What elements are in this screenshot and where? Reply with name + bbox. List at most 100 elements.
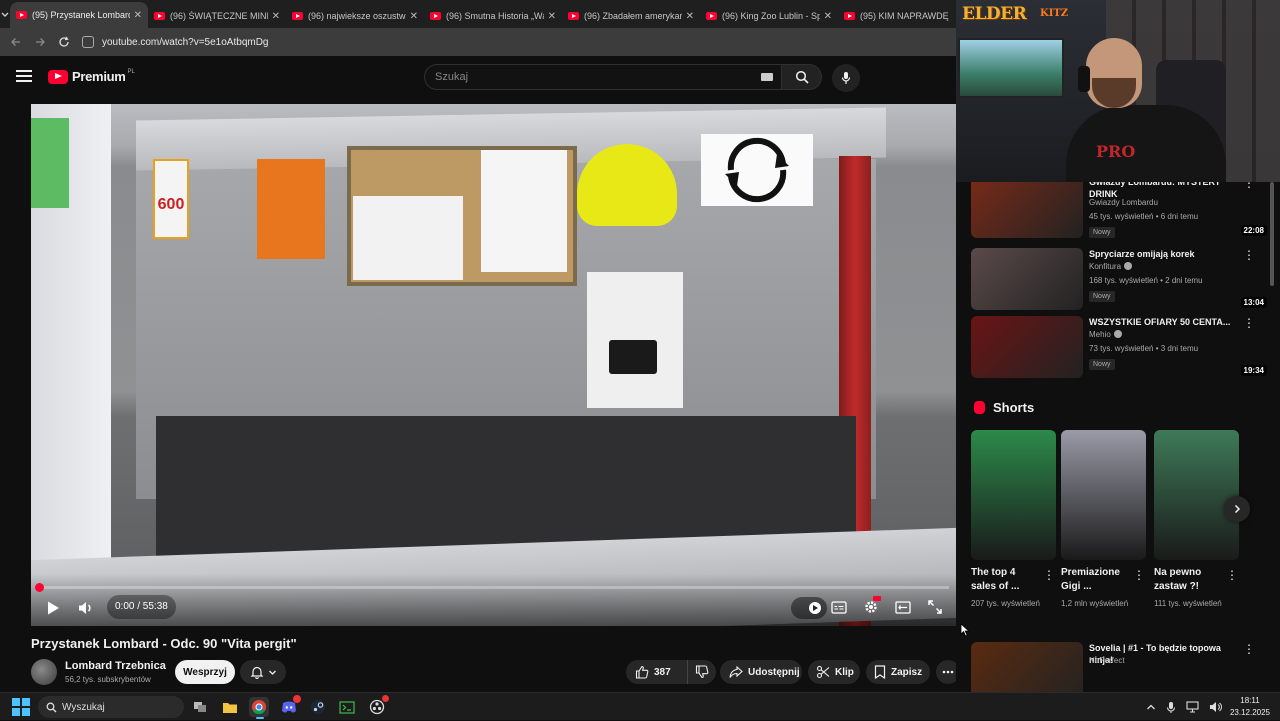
settings-button[interactable] xyxy=(861,596,881,616)
short-item[interactable]: The top 4 sales of ... 207 tys. wyświetle… xyxy=(971,430,1056,608)
browser-tab[interactable]: (96) King Zoo Lublin - Spo ✕ xyxy=(700,4,838,28)
close-icon[interactable]: ✕ xyxy=(410,11,418,22)
terminal-icon[interactable] xyxy=(337,697,357,717)
recommended-video[interactable]: Sovelia | #1 - To będzie topowa ninja! No… xyxy=(971,642,1271,692)
keyboard-icon[interactable] xyxy=(761,73,773,81)
video-thumbnail[interactable] xyxy=(971,642,1083,692)
close-icon[interactable]: ✕ xyxy=(548,11,556,22)
share-button[interactable]: Udostępnij xyxy=(720,660,802,684)
network-icon[interactable] xyxy=(1186,701,1199,713)
youtube-logo[interactable]: Premium PL xyxy=(48,69,135,84)
obs-icon[interactable] xyxy=(367,695,389,717)
tab-search-button[interactable] xyxy=(0,0,10,28)
channel-name[interactable]: Lombard Trzebnica xyxy=(65,660,166,672)
short-item[interactable]: Premiazione Gigi ... 1,2 mln wyświetleń ⋮ xyxy=(1061,430,1146,608)
menu-icon[interactable] xyxy=(16,70,32,82)
video-player[interactable]: 600 0:00 / 55:38 xyxy=(31,104,956,626)
more-vertical-icon[interactable]: ⋮ xyxy=(1243,316,1255,330)
short-thumbnail[interactable] xyxy=(1154,430,1239,560)
mouse-cursor-icon xyxy=(960,623,970,637)
currency-exchange-icon xyxy=(725,137,789,203)
support-button[interactable]: Wesprzyj xyxy=(175,660,235,684)
autoplay-toggle[interactable] xyxy=(791,597,827,619)
like-button[interactable]: 387 xyxy=(626,660,688,684)
video-knife-box xyxy=(257,159,325,259)
recommended-channel[interactable]: Mehio xyxy=(1089,330,1122,339)
recommended-title: WSZYSTKIE OFIARY 50 CENTA... xyxy=(1089,317,1231,327)
more-vertical-icon[interactable]: ⋮ xyxy=(1243,642,1255,656)
more-vertical-icon[interactable]: ⋮ xyxy=(1133,568,1145,582)
task-view-icon[interactable] xyxy=(190,697,210,717)
subtitles-button[interactable] xyxy=(829,598,849,616)
video-thumbnail[interactable] xyxy=(971,316,1083,378)
close-icon[interactable]: ✕ xyxy=(824,11,832,22)
new-badge: Nowy xyxy=(1089,291,1115,302)
clip-label: Klip xyxy=(835,666,854,678)
search-input[interactable]: Szukaj xyxy=(424,64,782,90)
microphone-icon[interactable] xyxy=(1166,701,1176,714)
recommended-channel[interactable]: Konfitura xyxy=(1089,262,1133,271)
progress-scrubber[interactable] xyxy=(35,583,44,592)
discord-icon[interactable] xyxy=(279,695,301,717)
steam-icon[interactable] xyxy=(308,697,328,717)
short-thumbnail[interactable] xyxy=(971,430,1056,560)
fullscreen-button[interactable] xyxy=(925,598,945,616)
logo-text: Premium xyxy=(72,69,126,84)
more-vertical-icon[interactable]: ⋮ xyxy=(1226,568,1238,582)
browser-tab[interactable]: (96) Smutna Historia „Wa ✕ xyxy=(424,4,562,28)
start-button[interactable] xyxy=(12,698,30,716)
taskbar-search[interactable]: Wyszukaj xyxy=(38,696,184,718)
browser-tab[interactable]: (96) Zbadałem amerykańs ✕ xyxy=(562,4,700,28)
browser-tab[interactable]: (95) Przystanek Lombard ✕ xyxy=(10,2,148,28)
recommended-channel[interactable]: Gwiazdy Lombardu xyxy=(1089,198,1158,207)
video-thumbnail[interactable] xyxy=(971,182,1083,238)
miniplayer-button[interactable] xyxy=(893,598,913,616)
save-button[interactable]: Zapisz xyxy=(866,660,930,684)
new-badge: Nowy xyxy=(1089,227,1115,238)
close-icon[interactable]: ✕ xyxy=(134,10,142,21)
video-thumbnail[interactable] xyxy=(971,248,1083,310)
progress-bar[interactable] xyxy=(35,583,949,592)
file-explorer-icon[interactable] xyxy=(220,697,240,717)
back-button[interactable] xyxy=(4,30,28,54)
recommended-video[interactable]: 19:34 WSZYSTKIE OFIARY 50 CENTA... Mehio 73… xyxy=(971,316,1271,380)
more-vertical-icon[interactable]: ⋮ xyxy=(1043,568,1055,582)
dislike-button[interactable] xyxy=(688,660,716,684)
reload-button[interactable] xyxy=(52,30,76,54)
recommended-video[interactable]: 22:08 Gwiazdy Lombardu: MYSTERY DRINK Gwia… xyxy=(971,182,1271,240)
short-item[interactable]: Na pewno zastaw ?! 111 tys. wyświetleń ⋮ xyxy=(1154,430,1239,608)
recommended-video[interactable]: 13:04 Spryciarze omijają korek Konfitura 16… xyxy=(971,248,1271,312)
shorts-next-button[interactable] xyxy=(1224,496,1250,522)
forward-button[interactable] xyxy=(28,30,52,54)
tab-title: (95) KIM NAPRAWDĘ xyxy=(860,11,949,21)
chevron-up-icon[interactable] xyxy=(1146,703,1156,711)
thumbs-up-icon xyxy=(635,665,649,679)
miniplayer-icon xyxy=(895,600,911,614)
clip-button[interactable]: Klip xyxy=(808,660,860,684)
video-title: Przystanek Lombard - Odc. 90 "Vita pergi… xyxy=(31,636,297,651)
site-info-icon[interactable] xyxy=(82,36,94,48)
short-thumbnail[interactable] xyxy=(1061,430,1146,560)
search-button[interactable] xyxy=(782,64,822,90)
video-notice-sheet xyxy=(481,150,567,272)
channel-avatar[interactable] xyxy=(31,659,57,685)
taskbar-clock[interactable]: 18:11 23.12.2025 xyxy=(1228,695,1272,719)
autoplay-icon xyxy=(809,602,821,614)
close-icon[interactable]: ✕ xyxy=(272,11,280,22)
webcam-person-body xyxy=(1066,105,1226,182)
close-icon[interactable]: ✕ xyxy=(686,11,694,22)
browser-tab[interactable]: (96) ŚWIĄTECZNE MINIGA ✕ xyxy=(148,4,286,28)
mute-button[interactable] xyxy=(77,600,95,616)
recommended-channel[interactable]: NoPerfect xyxy=(1089,656,1125,665)
webcam-headset xyxy=(1078,66,1090,92)
speaker-icon[interactable] xyxy=(1209,701,1223,713)
subscription-bell-button[interactable] xyxy=(240,660,286,684)
voice-search-button[interactable] xyxy=(832,64,860,92)
play-button[interactable] xyxy=(45,600,61,616)
url-field[interactable]: youtube.com/watch?v=5e1oAtbqmDg xyxy=(82,31,942,53)
chrome-icon[interactable] xyxy=(249,697,269,717)
more-vertical-icon[interactable]: ⋮ xyxy=(1243,182,1255,190)
webcam-aquarium xyxy=(958,38,1064,98)
more-vertical-icon[interactable]: ⋮ xyxy=(1243,248,1255,262)
browser-tab[interactable]: (96) najwieksze oszustwa ✕ xyxy=(286,4,424,28)
